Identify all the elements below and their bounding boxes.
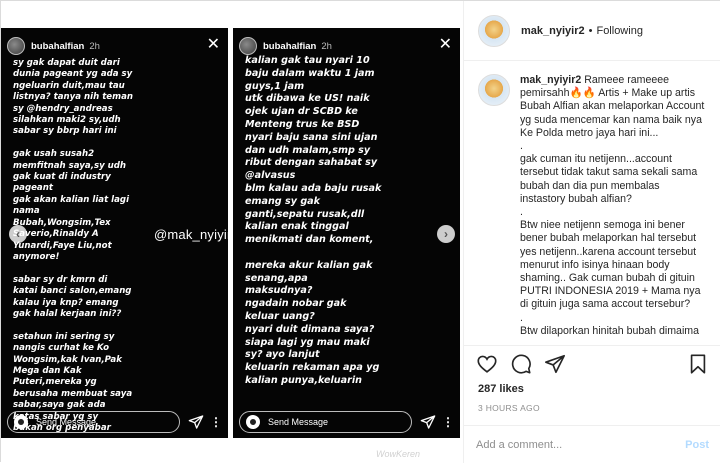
header-separator: • xyxy=(588,24,593,37)
avatar[interactable] xyxy=(478,14,510,47)
post-header: mak_nyiyir2 • Following xyxy=(464,1,720,61)
story-avatar xyxy=(239,37,257,55)
story-avatar xyxy=(7,37,25,55)
caption-text: Rameee rameeee pemirsahh🔥🔥 Artis + Make … xyxy=(520,74,705,337)
comments-list[interactable]: mak_nyiyir2 Rameee rameeee pemirsahh🔥🔥 A… xyxy=(464,62,720,345)
comment-icon[interactable] xyxy=(510,353,532,375)
send-message-field: Send Message xyxy=(239,411,412,433)
more-icon: ⋮ xyxy=(442,415,454,429)
chevron-right-icon[interactable]: › xyxy=(437,225,455,243)
add-comment-bar: Post xyxy=(464,425,720,463)
comment-input[interactable] xyxy=(476,438,686,451)
story-text: sy gak dapat duit dari dunia pageant yg … xyxy=(13,58,134,433)
heart-icon[interactable] xyxy=(476,353,498,375)
story-time: 2h xyxy=(89,40,100,52)
direct-message-icon xyxy=(188,415,204,429)
camera-icon xyxy=(14,415,28,429)
caption-body: mak_nyiyir2 Rameee rameeee pemirsahh🔥🔥 A… xyxy=(520,74,707,338)
post-button[interactable]: Post xyxy=(685,439,709,451)
chevron-left-icon[interactable]: ‹ xyxy=(9,225,27,243)
following-button[interactable]: Following xyxy=(596,25,642,37)
story-reply-bar: Send Message ⋮ xyxy=(239,410,454,434)
story-header: bubahalfian 2h ✕ xyxy=(239,36,454,56)
direct-message-icon xyxy=(420,415,436,429)
caption-username[interactable]: mak_nyiyir2 xyxy=(520,74,581,86)
send-message-label: Send Message xyxy=(36,417,97,427)
send-message-field: Send Message xyxy=(7,411,180,433)
story-username: bubahalfian xyxy=(31,40,85,52)
story-text: kalian gak tau nyari 10 baju dalam waktu… xyxy=(245,55,382,386)
post-frame: bubahalfian 2h ✕ sy gak dapat duit dari … xyxy=(0,0,720,463)
story-screenshot-right: bubahalfian 2h ✕ kalian gak tau nyari 10… xyxy=(233,28,460,438)
post-sidebar: mak_nyiyir2 • Following mak_nyiyir2 Rame… xyxy=(463,1,720,463)
action-bar xyxy=(464,345,720,381)
header-username[interactable]: mak_nyiyir2 xyxy=(521,25,585,37)
bottom-watermark: WowKeren xyxy=(376,449,421,459)
send-message-label: Send Message xyxy=(268,417,329,427)
likes-count[interactable]: 287 likes xyxy=(478,383,524,395)
story-time: 2h xyxy=(321,40,332,52)
share-icon[interactable] xyxy=(544,353,566,375)
story-header: bubahalfian 2h ✕ xyxy=(7,36,222,56)
avatar[interactable] xyxy=(478,74,510,106)
camera-icon xyxy=(246,415,260,429)
post-timestamp[interactable]: 3 HOURS AGO xyxy=(478,403,540,413)
post-media[interactable]: bubahalfian 2h ✕ sy gak dapat duit dari … xyxy=(1,1,463,463)
story-reply-bar: Send Message ⋮ xyxy=(7,410,222,434)
caption: mak_nyiyir2 Rameee rameeee pemirsahh🔥🔥 A… xyxy=(478,74,707,338)
bookmark-icon[interactable] xyxy=(687,353,709,375)
close-icon: ✕ xyxy=(206,36,220,53)
media-watermark: @mak_nyiyir xyxy=(154,227,232,242)
story-username: bubahalfian xyxy=(263,40,317,52)
close-icon: ✕ xyxy=(438,36,452,53)
more-icon: ⋮ xyxy=(210,415,222,429)
